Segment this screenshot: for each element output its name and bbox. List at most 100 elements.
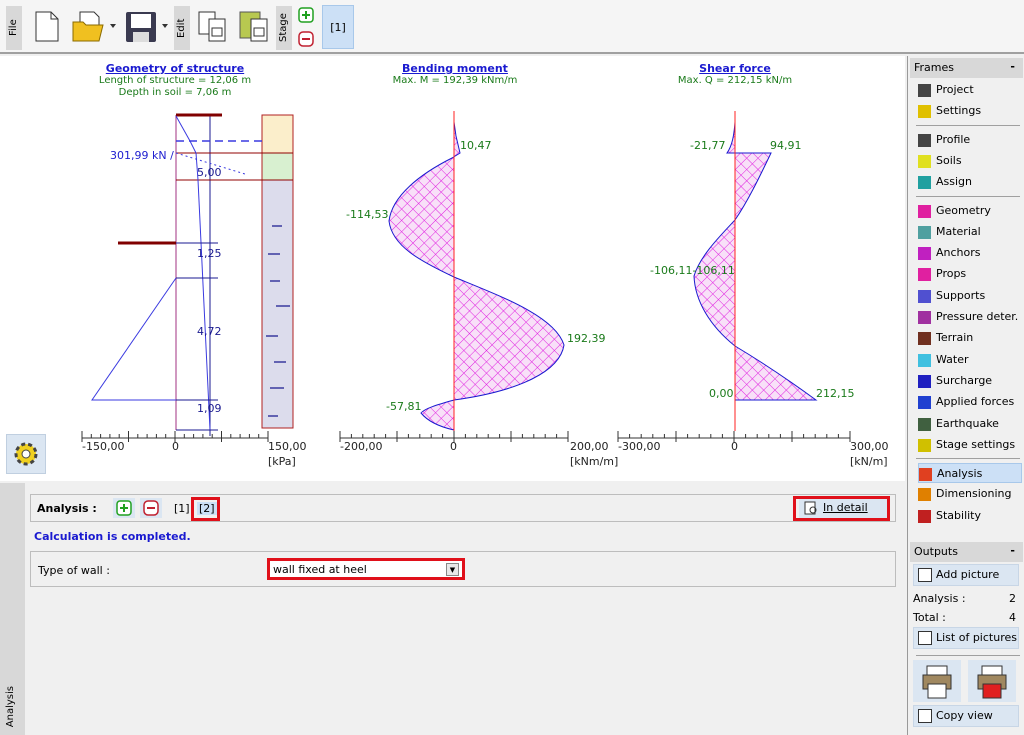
frames-header: Frames -	[910, 58, 1023, 78]
dim-label: 1,25	[197, 247, 222, 260]
frame-item-label: Terrain	[936, 331, 974, 345]
frame-item-applied-forces[interactable]: Applied forces	[918, 392, 1022, 412]
add-analysis-button[interactable]	[113, 498, 135, 518]
moment-label: -57,81	[386, 400, 421, 413]
analysis-label: Analysis :	[37, 502, 97, 515]
frame-item-assign[interactable]: Assign	[918, 172, 1022, 192]
frame-item-label: Soils	[936, 153, 962, 167]
applied-forces-icon	[918, 396, 931, 410]
frame-item-terrain[interactable]: Terrain	[918, 328, 1022, 348]
frame-item-analysis[interactable]: Analysis	[918, 463, 1022, 484]
open-folder-icon[interactable]	[70, 8, 120, 44]
frame-item-label: Profile	[936, 132, 971, 146]
minus-icon	[143, 500, 159, 516]
status-message: Calculation is completed.	[34, 530, 191, 543]
frame-item-supports[interactable]: Supports	[918, 286, 1022, 306]
outputs-header: Outputs -	[910, 542, 1023, 562]
axis-label: 300,00	[850, 440, 889, 453]
anchors-icon	[918, 247, 931, 261]
print-button[interactable]	[913, 660, 961, 702]
frame-item-anchors[interactable]: Anchors	[918, 243, 1022, 263]
analysis-icon	[919, 468, 932, 482]
analysis-count-label: Analysis :	[913, 592, 966, 605]
add-stage-icon[interactable]	[298, 7, 314, 23]
frame-item-project[interactable]: Project	[918, 80, 1022, 100]
frame-item-material[interactable]: Material	[918, 222, 1022, 242]
frame-item-settings[interactable]: Settings	[918, 101, 1022, 121]
profile-icon	[918, 133, 931, 147]
frame-item-label: Water	[936, 352, 969, 366]
wall-type-row: Type of wall : wall fixed at heel ▼	[30, 551, 896, 587]
type-of-wall-select[interactable]: wall fixed at heel ▼	[267, 558, 465, 580]
frame-item-label: Pressure deter.	[936, 310, 1019, 323]
remove-stage-icon[interactable]	[298, 31, 314, 47]
frame-item-label: Surcharge	[936, 373, 993, 387]
frame-item-stage-settings[interactable]: Stage settings	[918, 435, 1022, 455]
frame-item-label: Analysis	[937, 467, 983, 481]
shear-label: 212,15	[816, 387, 855, 400]
add-picture-label: Add picture	[936, 568, 1000, 581]
frame-item-label: Earthquake	[936, 416, 999, 430]
frame-item-props[interactable]: Props	[918, 264, 1022, 284]
project-icon	[918, 84, 931, 97]
soils-icon	[918, 154, 931, 168]
frame-item-profile[interactable]: Profile	[918, 130, 1022, 150]
moment-diagram: 10,47 -114,53 192,39 -57,81	[346, 111, 606, 431]
material-icon	[918, 225, 931, 239]
gear-icon	[14, 442, 38, 466]
frame-item-label: Project	[936, 83, 974, 96]
save-icon[interactable]	[124, 8, 174, 44]
shear-label: 94,91	[770, 139, 802, 152]
soil-layer-3	[262, 180, 293, 428]
frames-title: Frames	[914, 61, 955, 74]
dim-label: 1,09	[197, 402, 222, 415]
frame-item-earthquake[interactable]: Earthquake	[918, 414, 1022, 434]
stage-settings-icon	[918, 438, 931, 452]
frame-item-dimensioning[interactable]: Dimensioning	[918, 484, 1022, 504]
divider	[916, 195, 1020, 197]
shear-label: -21,77	[690, 139, 725, 152]
frame-item-label: Stability	[936, 508, 982, 522]
geometry-diagram: 301,99 kN / 5,00 1,25 4,72 1,09	[91, 113, 294, 436]
chevron-down-icon[interactable]: ▼	[446, 563, 459, 576]
analysis-vertical-tab[interactable]: Analysis	[0, 483, 25, 735]
list-of-pictures-button[interactable]: List of pictures	[913, 627, 1019, 649]
axis-label: 0	[172, 440, 179, 453]
plus-icon	[116, 500, 132, 516]
dimensioning-icon	[918, 488, 931, 502]
frame-item-pressure-deter[interactable]: Pressure deter.	[918, 307, 1022, 327]
divider	[916, 655, 1020, 656]
print-pdf-button[interactable]	[968, 660, 1016, 702]
terrain-icon	[918, 332, 931, 346]
moment-curve	[388, 121, 565, 431]
divider	[916, 458, 1020, 460]
frame-item-surcharge[interactable]: Surcharge	[918, 371, 1022, 391]
paste-icon[interactable]	[238, 8, 272, 44]
remove-analysis-button[interactable]	[140, 498, 162, 518]
axis-label: -300,00	[618, 440, 660, 453]
add-picture-button[interactable]: Add picture	[913, 564, 1019, 586]
frame-item-soils[interactable]: Soils	[918, 151, 1022, 171]
frame-item-label: Assign	[936, 175, 972, 189]
settings-gear-button[interactable]	[6, 434, 46, 474]
pressure-line	[175, 115, 211, 431]
passive-pressure	[91, 277, 177, 401]
copy-view-button[interactable]: Copy view	[913, 705, 1019, 727]
frame-item-geometry[interactable]: Geometry	[918, 201, 1022, 221]
frame-item-stability[interactable]: Stability	[918, 506, 1022, 526]
soil-layer-2	[262, 153, 293, 180]
stage-tab-1[interactable]: [1]	[322, 5, 354, 49]
collapse-icon[interactable]: -	[1010, 544, 1015, 557]
supports-icon	[918, 289, 931, 303]
collapse-icon[interactable]: -	[1010, 60, 1015, 73]
frame-item-water[interactable]: Water	[918, 350, 1022, 370]
axis-label: -150,00	[82, 440, 124, 453]
analysis-tab-1[interactable]: [1]	[174, 502, 190, 515]
shear-label: -106,11-106,11	[650, 264, 735, 277]
divider	[916, 124, 1020, 126]
diagrams: 301,99 kN / 5,00 1,25 4,72 1,09 10,47 -1…	[81, 111, 889, 468]
water-icon	[918, 353, 931, 367]
axis-label: 0	[731, 440, 738, 453]
new-file-icon[interactable]	[30, 8, 64, 44]
copy-icon[interactable]	[196, 8, 230, 44]
